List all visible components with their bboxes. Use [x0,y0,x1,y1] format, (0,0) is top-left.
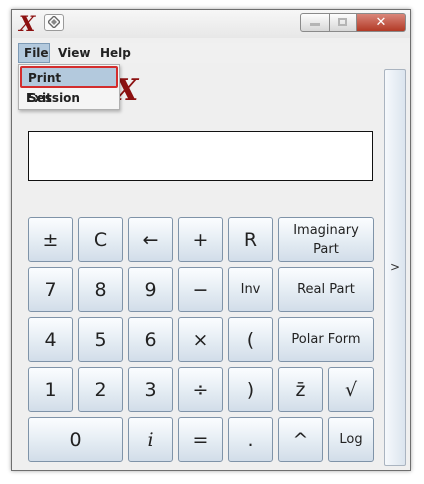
plus-minus-button[interactable]: ± [28,217,73,262]
backspace-button[interactable]: ← [128,217,173,262]
minimize-icon [310,23,320,26]
minimize-button[interactable] [300,13,330,32]
menu-bar: File View Help [12,43,410,63]
close-icon: ✕ [375,15,387,30]
digit-9-button[interactable]: 9 [128,267,173,312]
imaginary-part-label-2: Part [313,241,339,257]
maximize-button[interactable] [329,13,357,32]
digit-3-button[interactable]: 3 [128,367,173,412]
multiply-button[interactable]: × [178,317,223,362]
inverse-button[interactable]: Inv [228,267,273,312]
digit-8-button[interactable]: 8 [78,267,123,312]
power-button[interactable]: ^ [278,417,323,462]
recall-button[interactable]: R [228,217,273,262]
digit-6-button[interactable]: 6 [128,317,173,362]
close-button[interactable]: ✕ [356,13,406,32]
digit-4-button[interactable]: 4 [28,317,73,362]
polar-form-button[interactable]: Polar Form [278,317,374,362]
calculator-window: X ✕ File View Help X > ± C ← + R Imagina… [11,9,411,471]
window-menu-button[interactable] [44,14,64,31]
file-menu-dropdown: Print Session Exit [18,64,120,110]
minus-button[interactable]: − [178,267,223,312]
menu-help[interactable]: Help [95,43,136,63]
open-paren-button[interactable]: ( [228,317,273,362]
maximize-icon [338,18,347,26]
digit-0-button[interactable]: 0 [28,417,123,462]
clear-button[interactable]: C [78,217,123,262]
expand-panel-button[interactable]: > [384,69,406,466]
chevron-right-icon: > [389,260,401,274]
real-part-button[interactable]: Real Part [278,267,374,312]
digit-1-button[interactable]: 1 [28,367,73,412]
plus-button[interactable]: + [178,217,223,262]
digit-7-button[interactable]: 7 [28,267,73,312]
app-logo-icon: X [19,11,36,36]
decimal-point-button[interactable]: . [228,417,273,462]
imaginary-part-label-1: Imaginary [293,222,359,238]
title-bar: X ✕ [12,10,410,38]
diamond-icon [48,16,60,28]
calculator-display [28,131,373,181]
menu-item-print-session[interactable]: Print Session [20,66,118,105]
imaginary-part-button[interactable]: Imaginary Part [278,217,374,262]
menu-file[interactable]: File [18,43,50,63]
digit-2-button[interactable]: 2 [78,367,123,412]
menu-view[interactable]: View [53,43,95,63]
digit-5-button[interactable]: 5 [78,317,123,362]
log-button[interactable]: Log [328,417,374,462]
divide-button[interactable]: ÷ [178,367,223,412]
equals-button[interactable]: = [178,417,223,462]
conjugate-button[interactable]: z̄ [278,367,323,412]
close-paren-button[interactable]: ) [228,367,273,412]
square-root-button[interactable]: √ [328,367,374,412]
menu-item-exit[interactable]: Exit [20,88,118,110]
imaginary-unit-button[interactable]: i [128,417,173,462]
imaginary-unit-label: i [147,428,154,451]
